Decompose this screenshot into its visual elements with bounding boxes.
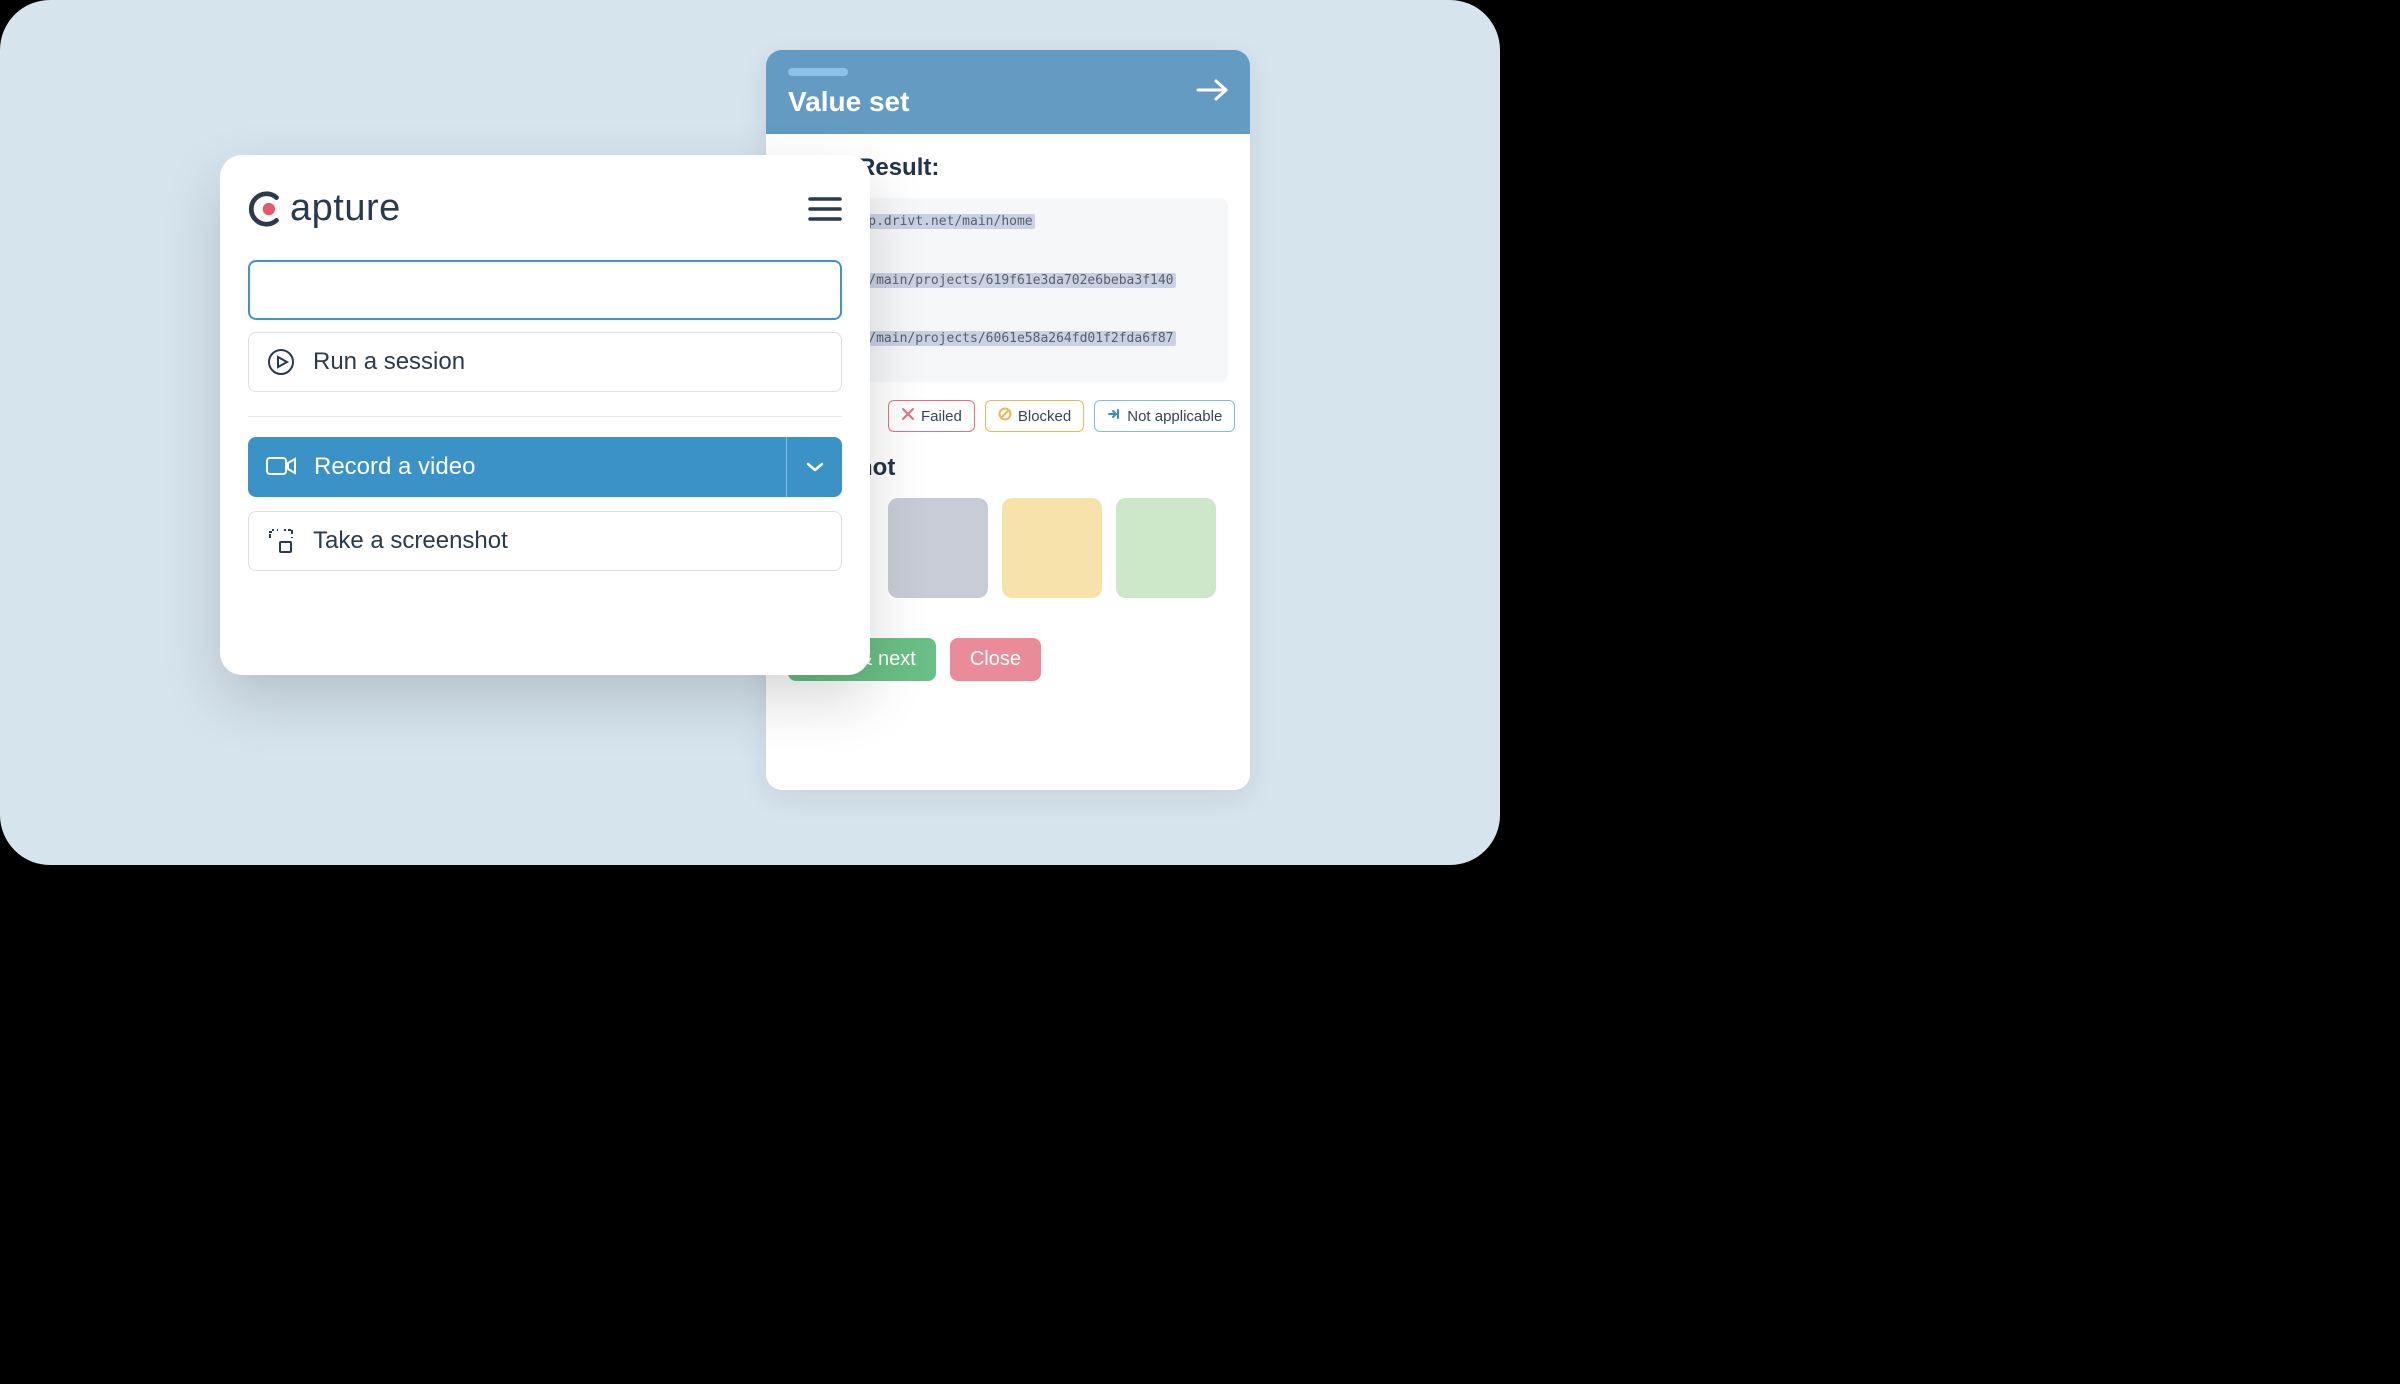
status-blocked-chip[interactable]: Blocked [985,400,1084,432]
close-button[interactable]: Close [950,638,1041,681]
x-icon [901,407,915,425]
panel-header: Value set [766,50,1250,134]
thumbnail[interactable] [888,498,988,598]
chevron-down-icon [805,453,825,481]
capture-logo: apture [248,187,401,230]
thumbnail[interactable] [1002,498,1102,598]
thumbnail[interactable] [1116,498,1216,598]
drag-handle[interactable] [788,68,848,76]
video-camera-icon [266,455,296,479]
status-chip-row: Failed Blocked Not applicable [888,400,1250,432]
chip-label: Failed [921,408,962,425]
blocked-icon [998,407,1012,425]
button-label: Run a session [313,348,465,376]
panel-title: Value set [788,86,1230,118]
skip-icon [1107,407,1121,425]
arrow-right-icon[interactable] [1196,78,1230,106]
session-name-input[interactable] [248,260,842,320]
logo-mark-icon [248,190,286,228]
screenshot-section-label: hot [858,454,1250,482]
play-circle-icon [267,348,295,376]
record-video-button[interactable]: Record a video [248,437,842,497]
chip-label: Not applicable [1127,408,1222,425]
hamburger-menu-icon[interactable] [808,196,842,222]
take-screenshot-button[interactable]: Take a screenshot [248,511,842,571]
record-dropdown-toggle[interactable] [786,437,842,497]
chip-label: Blocked [1018,408,1071,425]
capture-widget: apture Run a session [220,155,870,675]
divider [248,416,842,417]
button-label: Take a screenshot [313,527,508,555]
screenshot-thumbnails [888,498,1250,598]
button-label: Record a video [314,453,475,481]
screenshot-icon [267,527,295,555]
status-failed-chip[interactable]: Failed [888,400,975,432]
status-na-chip[interactable]: Not applicable [1094,400,1235,432]
run-session-button[interactable]: Run a session [248,332,842,392]
logo-text: apture [290,187,401,230]
